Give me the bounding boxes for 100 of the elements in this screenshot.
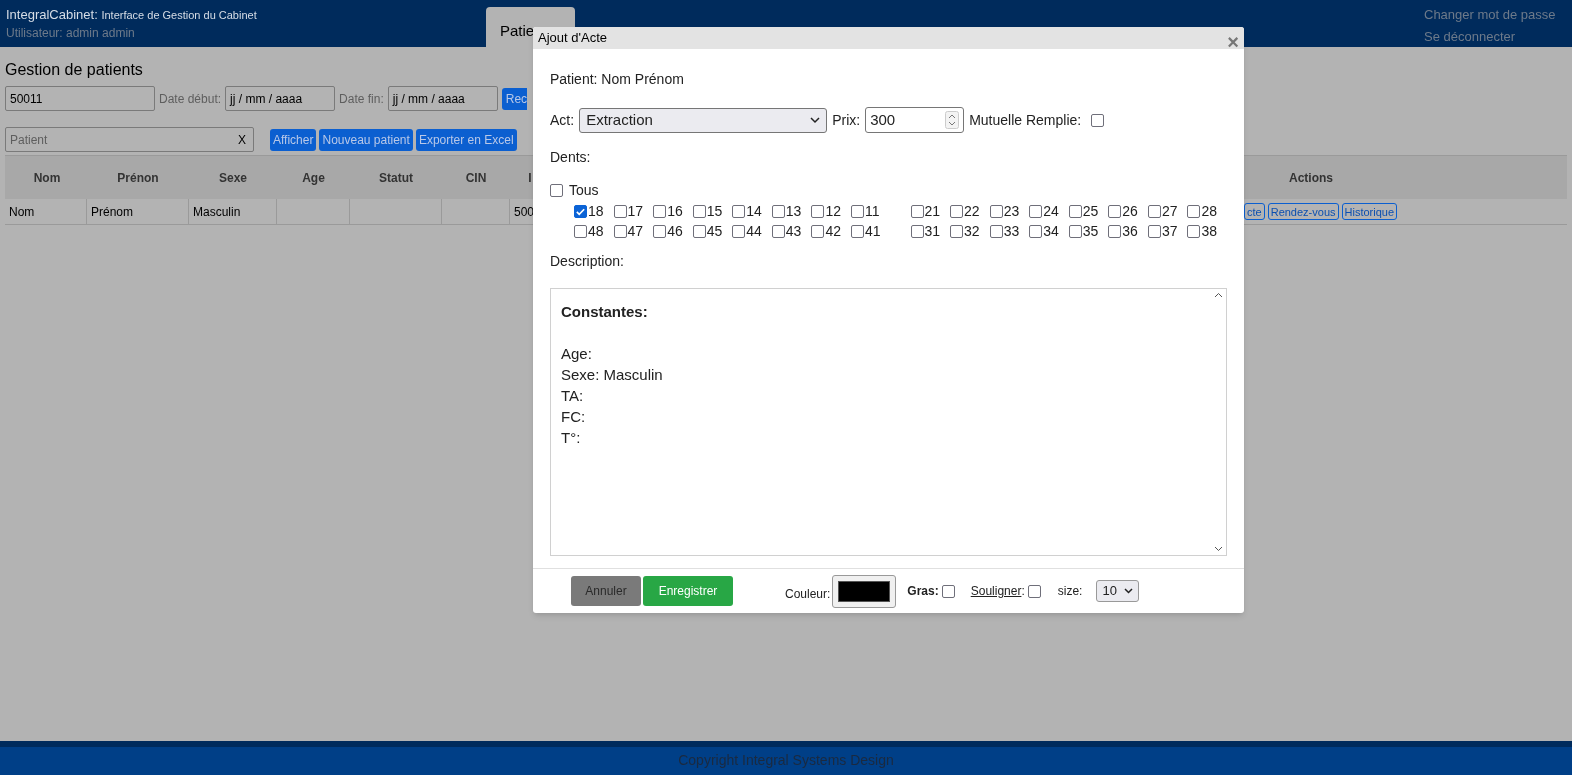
- tooth-label: 16: [667, 201, 683, 221]
- close-button[interactable]: ×: [1227, 32, 1239, 52]
- row-action-button[interactable]: Rendez-vous: [1267, 203, 1339, 220]
- column-header: Actions: [1289, 170, 1333, 185]
- tooth-label: 47: [627, 221, 644, 241]
- table-cell-text: 500: [513, 203, 536, 221]
- checkbox[interactable]: [1108, 204, 1122, 218]
- checkbox[interactable]: [1029, 204, 1043, 218]
- footer-text: Copyright Integral Systems Design: [678, 751, 894, 770]
- checkbox[interactable]: [1029, 224, 1043, 238]
- price-field[interactable]: 300: [865, 107, 965, 133]
- checkbox[interactable]: [1091, 113, 1105, 127]
- checkbox[interactable]: [1187, 224, 1201, 238]
- tooth-label: 43: [785, 221, 802, 241]
- column-header: Sexe: [219, 170, 247, 185]
- checkbox[interactable]: [613, 204, 627, 218]
- checkbox[interactable]: [1068, 204, 1082, 218]
- toolbar-button[interactable]: Afficher: [270, 128, 317, 151]
- tooth-label: 44: [746, 221, 762, 241]
- spinner-icon[interactable]: [945, 111, 960, 129]
- checkbox[interactable]: [910, 224, 924, 238]
- checkbox[interactable]: [1147, 204, 1161, 218]
- toolbar-button[interactable]: Exporter en Excel: [415, 128, 517, 151]
- header-link[interactable]: Se déconnecter: [1424, 26, 1556, 48]
- checkbox[interactable]: [950, 224, 964, 238]
- color-label: Couleur:: [785, 586, 831, 603]
- toolbar-button[interactable]: Nouveau patient: [319, 128, 413, 151]
- checkbox[interactable]: [1068, 224, 1082, 238]
- checkbox[interactable]: [1108, 224, 1122, 238]
- scroll-down-icon[interactable]: [1214, 546, 1223, 552]
- checkbox[interactable]: [811, 204, 825, 218]
- chevron-down-icon[interactable]: [1124, 588, 1134, 594]
- app-subtitle: Interface de Gestion du Cabinet: [101, 9, 257, 21]
- tooth-label: 15: [706, 201, 723, 221]
- checkbox[interactable]: [692, 204, 706, 218]
- color-picker[interactable]: [832, 574, 897, 608]
- table-cell: Prénom: [87, 199, 189, 224]
- editor-line: FC:: [561, 407, 586, 427]
- description-editor[interactable]: Constantes: Age: Sexe: Masculin TA: FC: T°:: [550, 288, 1227, 556]
- tooth-label: 18: [588, 201, 604, 221]
- price-label: Prix:: [832, 110, 861, 130]
- tooth-label: 14: [746, 201, 762, 221]
- tooth-label: 46: [667, 221, 683, 241]
- tooth-label: 42: [825, 221, 841, 241]
- save-button[interactable]: Enregistrer: [643, 576, 733, 606]
- checkbox[interactable]: [941, 584, 955, 598]
- all-teeth-label: Tous: [569, 181, 599, 200]
- checkbox[interactable]: [771, 204, 785, 218]
- user-label: Utilisateur: admin admin: [6, 25, 136, 41]
- tooth-label: 41: [864, 221, 881, 241]
- tooth-label: 37: [1161, 221, 1178, 241]
- checkbox[interactable]: [732, 204, 746, 218]
- cancel-button[interactable]: Annuler: [571, 576, 641, 606]
- date-field[interactable]: jj / mm / aaaa: [387, 86, 498, 111]
- bold-label: Gras:: [907, 583, 939, 600]
- patient-name: Patient: Nom Prénom: [550, 70, 685, 89]
- act-label: Act:: [550, 110, 575, 130]
- checkbox[interactable]: [771, 224, 785, 238]
- tooth-label: 22: [964, 201, 980, 221]
- search-button[interactable]: Rec: [501, 87, 528, 110]
- checkbox[interactable]: [550, 184, 563, 197]
- tooth-label: 33: [1003, 221, 1020, 241]
- checkbox[interactable]: [732, 224, 746, 238]
- scroll-up-icon[interactable]: [1214, 292, 1223, 298]
- checkbox[interactable]: [989, 204, 1003, 218]
- checkbox[interactable]: [1147, 224, 1161, 238]
- row-action-button[interactable]: Historique: [1341, 203, 1398, 220]
- checkbox[interactable]: [1027, 584, 1041, 598]
- checkbox[interactable]: [989, 224, 1003, 238]
- checkbox[interactable]: [574, 204, 587, 218]
- tooth-label: 35: [1082, 221, 1099, 241]
- checkbox[interactable]: [574, 224, 587, 238]
- checkbox[interactable]: [811, 224, 825, 238]
- tooth-label: 48: [588, 221, 604, 241]
- id-field[interactable]: 50011: [5, 86, 155, 111]
- checkbox[interactable]: [850, 224, 864, 238]
- column-header: Nom: [32, 170, 61, 185]
- checkbox[interactable]: [910, 204, 924, 218]
- app-name: IntegralCabinet:: [6, 7, 98, 22]
- checkbox[interactable]: [850, 204, 864, 218]
- editor-line: TA:: [561, 386, 584, 406]
- tooth-label: 38: [1201, 221, 1217, 241]
- header-link[interactable]: Changer mot de passe: [1424, 4, 1556, 26]
- checkbox[interactable]: [692, 224, 706, 238]
- column-header: CIN: [465, 170, 487, 185]
- checkbox[interactable]: [653, 224, 667, 238]
- date-field[interactable]: jj / mm / aaaa: [225, 86, 336, 111]
- checkbox[interactable]: [653, 204, 667, 218]
- act-select[interactable]: Extraction: [579, 107, 828, 133]
- checkbox[interactable]: [950, 204, 964, 218]
- date-start-label: Date début:: [159, 90, 222, 108]
- checkbox[interactable]: [1187, 204, 1201, 218]
- checkbox[interactable]: [613, 224, 627, 238]
- tooth-label: 25: [1082, 201, 1099, 221]
- clear-button[interactable]: X: [238, 130, 249, 149]
- size-select[interactable]: 10: [1096, 580, 1140, 602]
- table-cell: Nom: [5, 199, 87, 224]
- chevron-down-icon[interactable]: [810, 116, 821, 124]
- column-header: I: [528, 170, 532, 185]
- patient-field[interactable]: Patient X: [5, 127, 254, 152]
